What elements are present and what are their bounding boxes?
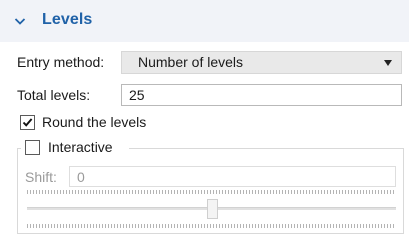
levels-section-header[interactable]: Levels <box>0 0 409 42</box>
slider-ticks-bottom <box>27 224 394 228</box>
total-levels-input[interactable]: 25 <box>121 84 402 106</box>
interactive-checkbox[interactable] <box>25 140 40 155</box>
section-title: Levels <box>42 11 93 28</box>
interactive-group-legend: Interactive <box>21 139 129 157</box>
interactive-label[interactable]: Interactive <box>48 139 113 155</box>
shift-input[interactable]: 0 <box>69 166 396 187</box>
shift-slider-thumb[interactable] <box>207 199 218 219</box>
shift-value: 0 <box>77 169 85 185</box>
slider-ticks-top <box>27 190 394 194</box>
chevron-down-icon <box>14 18 26 25</box>
total-levels-label: Total levels: <box>17 87 91 103</box>
entry-method-label: Entry method: <box>17 54 105 70</box>
round-levels-checkbox[interactable] <box>20 115 35 130</box>
total-levels-value: 25 <box>129 87 145 103</box>
dropdown-arrow-icon <box>384 60 392 66</box>
entry-method-value: Number of levels <box>138 54 244 70</box>
entry-method-select[interactable]: Number of levels <box>121 51 402 74</box>
levels-panel: Levels Entry method: Number of levels To… <box>0 0 409 243</box>
round-levels-label[interactable]: Round the levels <box>42 114 146 130</box>
shift-label: Shift: <box>25 169 57 185</box>
checkmark-icon <box>22 118 33 127</box>
